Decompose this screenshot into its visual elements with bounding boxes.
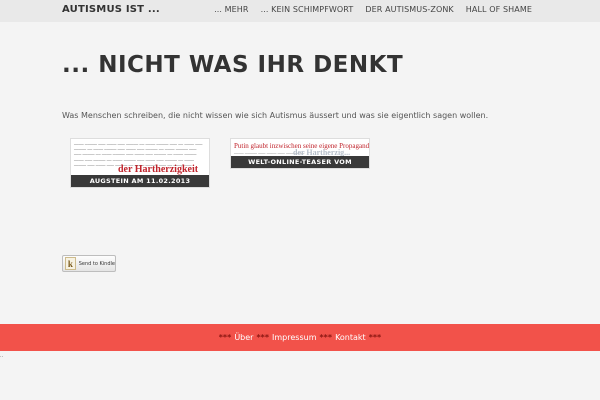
footer-separator: *** bbox=[368, 333, 382, 342]
gallery-thumbnail-welt-online[interactable]: Putin glaubt inzwischen seine eigene Pro… bbox=[230, 138, 370, 169]
intro-text: Was Menschen schreiben, die nicht wissen… bbox=[62, 111, 489, 120]
footer-link-kontakt[interactable]: Kontakt bbox=[335, 333, 366, 342]
footer-separator: *** bbox=[319, 333, 333, 342]
main-nav: ... MEHR ... KEIN SCHIMPFWORT DER AUTISM… bbox=[202, 5, 532, 14]
kindle-icon: k bbox=[65, 257, 76, 270]
thumbnail-overlay-title: der Hartherzigkeit bbox=[118, 164, 199, 175]
top-bar: AUTISMUS IST ... ... MEHR ... KEIN SCHIM… bbox=[0, 0, 600, 22]
send-to-kindle-button[interactable]: k Send to Kindle bbox=[62, 255, 116, 272]
nav-item-hall-of-shame[interactable]: HALL OF SHAME bbox=[466, 5, 532, 14]
page-title: ... NICHT WAS IHR DENKT bbox=[62, 52, 404, 78]
footer-separator: *** bbox=[256, 333, 270, 342]
site-brand[interactable]: AUTISMUS IST ... bbox=[62, 4, 160, 15]
nav-item-kein-schimpfwort[interactable]: ... KEIN SCHIMPFWORT bbox=[261, 5, 354, 14]
footer-link-ueber[interactable]: Über bbox=[234, 333, 253, 342]
footer-separator: *** bbox=[218, 333, 232, 342]
corner-marker: ·· bbox=[0, 354, 4, 360]
nav-item-mehr[interactable]: ... MEHR bbox=[214, 5, 249, 14]
thumbnail-caption: WELT-ONLINE-TEASER VOM 02.04.14 bbox=[231, 156, 369, 168]
thumbnail-caption: AUGSTEIN AM 11.02.2013 bbox=[71, 175, 209, 187]
footer-link-impressum[interactable]: Impressum bbox=[272, 333, 316, 342]
gallery-thumbnail-augstein[interactable]: ──── ───── ─── ──── ─── ───── ── ──── ──… bbox=[70, 138, 210, 188]
send-to-kindle-label: Send to Kindle bbox=[78, 260, 115, 267]
nav-item-autismus-zonk[interactable]: DER AUTISMUS-ZONK bbox=[365, 5, 453, 14]
footer-bar: *** Über *** Impressum *** Kontakt *** bbox=[0, 324, 600, 351]
